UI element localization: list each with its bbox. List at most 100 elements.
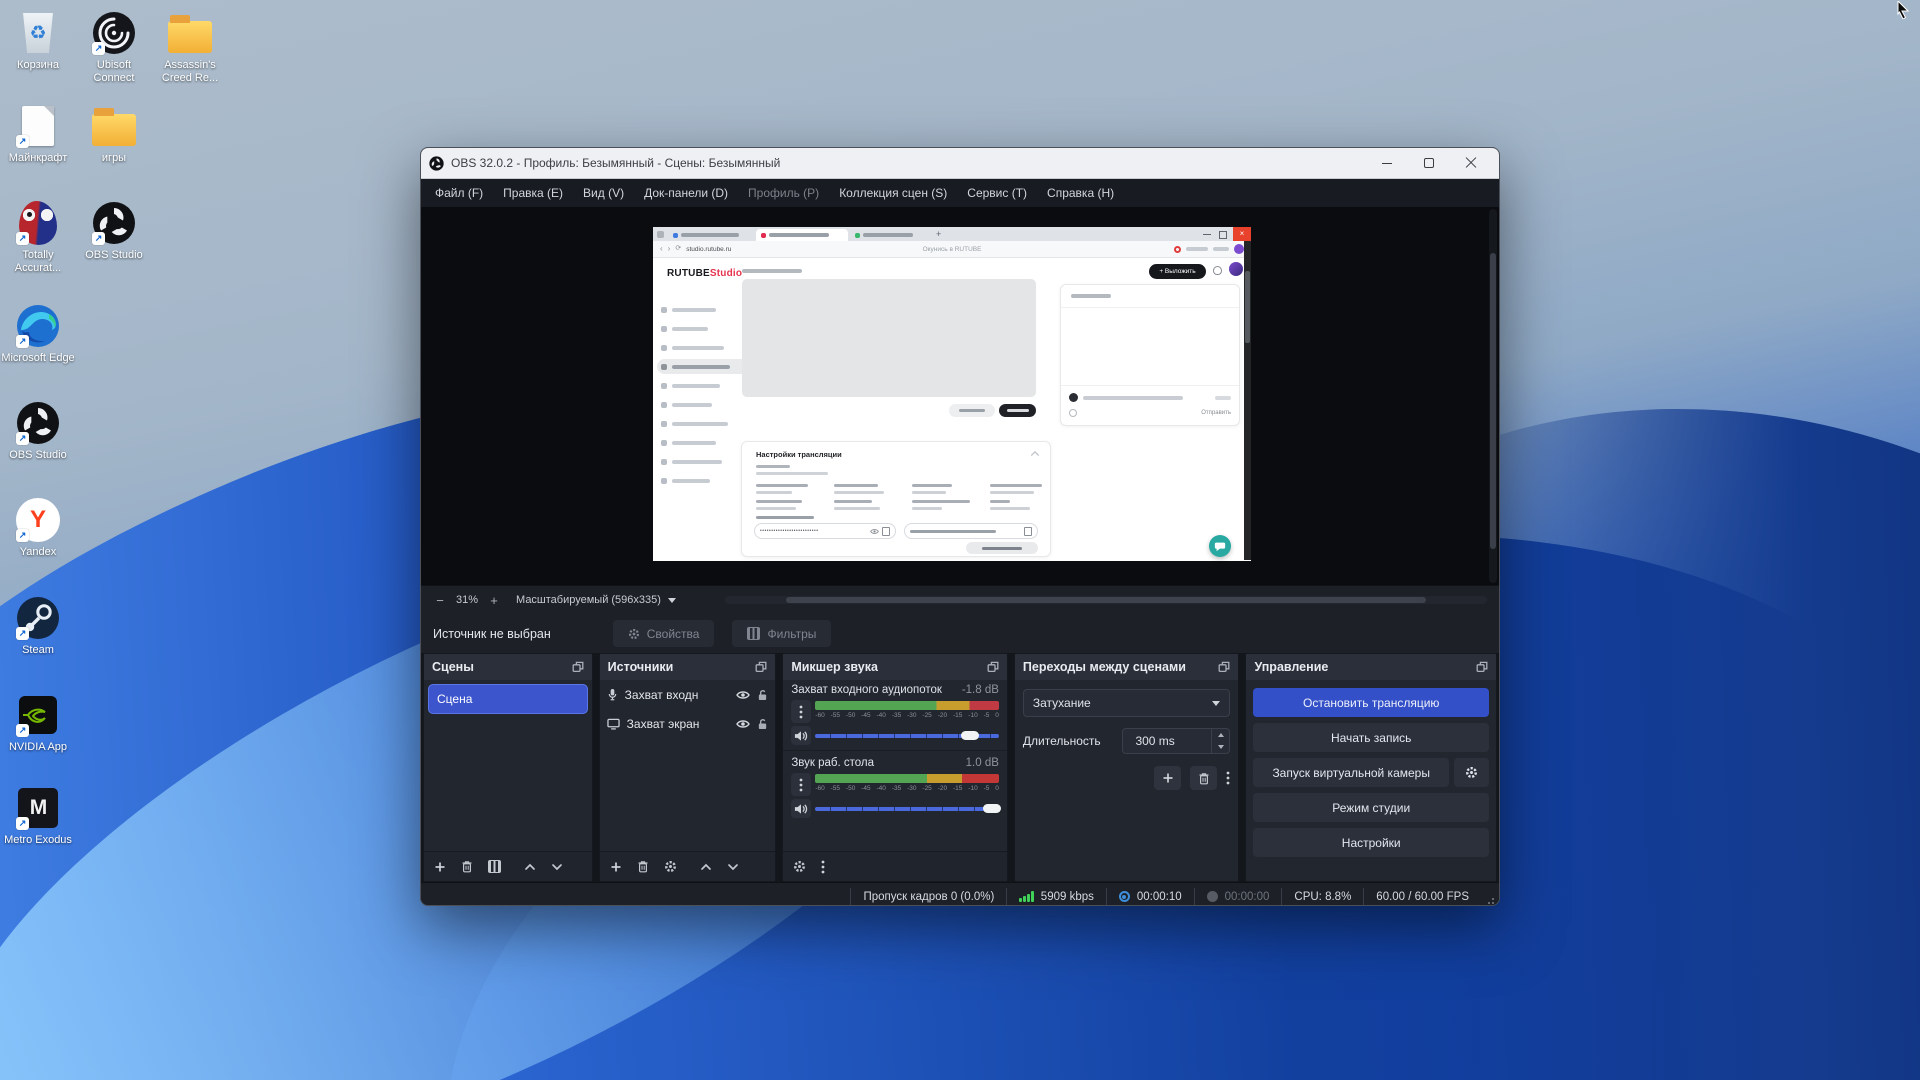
- scale-mode-dropdown[interactable]: Масштабируемый (596x335): [516, 594, 676, 606]
- menu-docks[interactable]: Док-панели (D): [634, 181, 738, 205]
- audio-mixer-dock: Микшер звука Захват входного аудиопоток …: [782, 653, 1008, 882]
- menu-scene-collection[interactable]: Коллекция сцен (S): [829, 181, 957, 205]
- meter-tick: -15: [953, 784, 962, 793]
- source-up-button[interactable]: [700, 863, 712, 871]
- remove-transition-button[interactable]: [1190, 766, 1217, 790]
- desktop-icon-obs-studio-2[interactable]: ↗ OBS Studio: [0, 400, 76, 462]
- desktop-icon-recycle-bin[interactable]: ♻ Корзина: [0, 10, 76, 72]
- visibility-eye-icon[interactable]: [736, 719, 750, 729]
- add-source-button[interactable]: [610, 861, 622, 873]
- desktop-icon-assassins-creed-folder[interactable]: Assassin's Creed Re...: [152, 10, 228, 85]
- meter-tick: -5: [984, 711, 990, 720]
- popout-icon[interactable]: [572, 661, 584, 673]
- virtual-camera-settings-button[interactable]: [1454, 758, 1489, 787]
- channel-menu-button[interactable]: [791, 773, 811, 796]
- vu-meter: [815, 774, 999, 783]
- sources-dock-header[interactable]: Источники: [600, 654, 776, 680]
- popout-icon[interactable]: [755, 661, 767, 673]
- visibility-eye-icon[interactable]: [736, 690, 750, 700]
- desktop-icon-metro-exodus[interactable]: M ↗ Metro Exodus: [0, 785, 76, 847]
- spin-up-icon[interactable]: [1212, 729, 1229, 741]
- preview-canvas[interactable]: + × ‹ › ⟳ studio.rutube.ru Окунись в RUT…: [421, 207, 1499, 585]
- source-properties-button[interactable]: [664, 860, 677, 873]
- filters-button[interactable]: Фильтры: [732, 620, 831, 647]
- scene-filters-button[interactable]: [488, 860, 501, 873]
- scene-down-button[interactable]: [551, 863, 563, 871]
- volume-slider[interactable]: [815, 730, 999, 742]
- advanced-audio-button[interactable]: [793, 860, 806, 873]
- start-virtual-camera-button[interactable]: Запуск виртуальной камеры: [1253, 758, 1449, 787]
- icon-label: OBS Studio: [76, 249, 152, 262]
- menu-profile[interactable]: Профиль (P): [738, 181, 829, 205]
- preview-vertical-scrollbar[interactable]: [1489, 209, 1497, 583]
- mute-button[interactable]: [791, 799, 811, 818]
- unlock-icon[interactable]: [757, 718, 768, 730]
- desktop-icon-games-folder[interactable]: игры: [76, 103, 152, 165]
- start-recording-button[interactable]: Начать запись: [1253, 723, 1489, 752]
- transition-menu-button[interactable]: [1226, 771, 1230, 785]
- desktop-icon-yandex[interactable]: Y ↗ Yandex: [0, 497, 76, 559]
- add-transition-button[interactable]: [1154, 766, 1181, 790]
- desktop-icon-obs-studio[interactable]: ↗ OBS Studio: [76, 200, 152, 262]
- volume-slider[interactable]: [815, 803, 999, 815]
- meter-tick: -40: [877, 711, 886, 720]
- menu-view[interactable]: Вид (V): [573, 181, 634, 205]
- controls-dock-header[interactable]: Управление: [1246, 654, 1496, 680]
- desktop-icon-minecraft[interactable]: ↗ Майнкрафт: [0, 103, 76, 165]
- zoom-out-button[interactable]: −: [433, 593, 447, 608]
- source-row-audio-input[interactable]: Захват входн: [600, 680, 776, 709]
- meter-tick: -30: [907, 784, 916, 793]
- transition-select[interactable]: Затухание: [1023, 689, 1231, 717]
- properties-button[interactable]: Свойства: [613, 620, 715, 647]
- mixer-menu-button[interactable]: [821, 860, 825, 874]
- volume-slider-knob[interactable]: [961, 731, 979, 740]
- add-scene-button[interactable]: [434, 861, 446, 873]
- mute-button[interactable]: [791, 726, 811, 745]
- popout-icon[interactable]: [987, 661, 999, 673]
- channel-menu-button[interactable]: [791, 700, 811, 723]
- source-row-display-capture[interactable]: Захват экран: [600, 709, 776, 738]
- popout-icon[interactable]: [1476, 661, 1488, 673]
- transitions-dock-header[interactable]: Переходы между сценами: [1015, 654, 1239, 680]
- minimize-button[interactable]: [1381, 157, 1393, 169]
- scene-list-item[interactable]: Сцена: [428, 684, 588, 714]
- spin-down-icon[interactable]: [1212, 741, 1229, 753]
- remove-source-button[interactable]: [637, 860, 649, 873]
- tab-favicon: [673, 233, 678, 238]
- maximize-button[interactable]: [1423, 157, 1435, 169]
- meter-tick: -60: [815, 711, 824, 720]
- desktop-icon-nvidia-app[interactable]: ↗ NVIDIA App: [0, 692, 76, 754]
- volume-slider-knob[interactable]: [983, 804, 1001, 813]
- icon-label: OBS Studio: [0, 449, 76, 462]
- sources-dock: Источники Захват входн Захват экран: [599, 653, 777, 882]
- mixer-dock-header[interactable]: Микшер звука: [783, 654, 1007, 680]
- duration-spinbox[interactable]: 300 ms: [1122, 728, 1230, 754]
- unlock-icon[interactable]: [757, 689, 768, 701]
- preview-horizontal-scrollbar[interactable]: [725, 596, 1487, 604]
- zoom-in-button[interactable]: +: [487, 593, 501, 608]
- studio-mode-button[interactable]: Режим студии: [1253, 793, 1489, 822]
- mouse-cursor: [1897, 1, 1911, 19]
- desktop-icon-ubisoft-connect[interactable]: ↗ Ubisoft Connect: [76, 10, 152, 85]
- menu-help[interactable]: Справка (H): [1037, 181, 1124, 205]
- menu-file[interactable]: Файл (F): [425, 181, 493, 205]
- scenes-dock-header[interactable]: Сцены: [424, 654, 592, 680]
- meter-tick: -25: [922, 711, 931, 720]
- desktop-icon-steam[interactable]: ↗ Steam: [0, 595, 76, 657]
- menu-tools[interactable]: Сервис (T): [957, 181, 1037, 205]
- source-down-button[interactable]: [727, 863, 739, 871]
- stop-streaming-button[interactable]: Остановить трансляцию: [1253, 688, 1489, 717]
- scene-up-button[interactable]: [524, 863, 536, 871]
- desktop-icon-microsoft-edge[interactable]: ↗ Microsoft Edge: [0, 303, 76, 365]
- bitrate: 5909 kbps: [1007, 891, 1106, 903]
- resize-grip[interactable]: [1483, 897, 1494, 906]
- remove-scene-button[interactable]: [461, 860, 473, 873]
- meter-tick: -35: [892, 711, 901, 720]
- settings-button[interactable]: Настройки: [1253, 828, 1489, 857]
- close-button[interactable]: [1465, 157, 1477, 169]
- desktop-icon-totally-accurate[interactable]: ↗ Totally Accurat...: [0, 200, 76, 275]
- menu-edit[interactable]: Правка (E): [493, 181, 573, 205]
- title-bar[interactable]: OBS 32.0.2 - Профиль: Безымянный - Сцены…: [421, 148, 1499, 179]
- browser-tab-strip: + ×: [653, 227, 1251, 241]
- popout-icon[interactable]: [1218, 661, 1230, 673]
